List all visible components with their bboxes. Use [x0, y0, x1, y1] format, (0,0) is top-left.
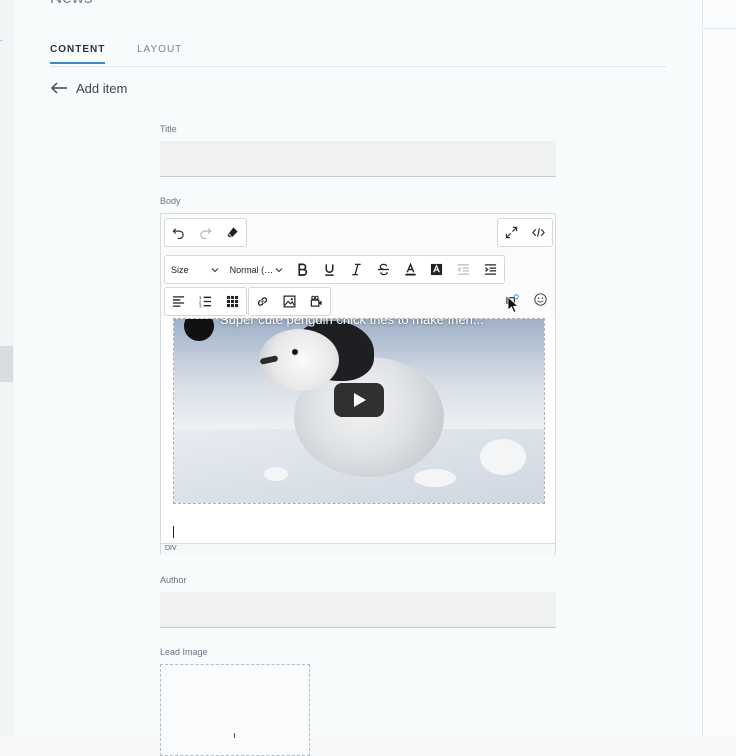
arrow-left-icon	[51, 82, 67, 94]
fullscreen-icon	[505, 226, 518, 239]
redo-icon	[200, 228, 212, 239]
history-group	[164, 218, 247, 247]
insert-group	[248, 287, 331, 316]
rich-text-editor[interactable]: Size Normal (… 1 2 3 Super cute penguin …	[160, 213, 556, 555]
indent-button[interactable]	[477, 256, 504, 283]
link-button[interactable]	[249, 288, 276, 315]
image-button[interactable]	[276, 288, 303, 315]
back-link-label: Add item	[76, 80, 128, 96]
format-group: Size Normal (…	[164, 255, 505, 284]
snowball	[264, 467, 288, 481]
back-link[interactable]: Add item	[50, 78, 127, 98]
snowball	[480, 439, 526, 475]
video-icon	[310, 295, 322, 307]
rail-divider	[0, 40, 3, 41]
paragraph-format-select[interactable]: Normal (…	[225, 256, 290, 283]
undo-icon	[172, 228, 184, 239]
svg-text:3: 3	[199, 304, 202, 308]
underline-button[interactable]	[316, 256, 343, 283]
rail-selection-marker	[0, 346, 13, 382]
video-button[interactable]	[303, 288, 330, 315]
code-icon	[532, 228, 545, 237]
image-icon	[283, 295, 296, 308]
eraser-icon	[227, 227, 238, 238]
strikethrough-icon	[377, 263, 389, 276]
outdent-button[interactable]	[450, 256, 477, 283]
bold-button[interactable]	[289, 256, 316, 283]
paragraph-format-value: Normal (…	[229, 264, 274, 275]
outer-left-rail	[0, 0, 15, 736]
tab-bar: CONTENT LAYOUT	[50, 42, 666, 67]
text-caret	[173, 526, 174, 538]
ordered-list-icon: 123	[199, 295, 212, 308]
editor-toolbar: Size Normal (… 1 2 3	[161, 214, 555, 319]
highlight-button[interactable]	[424, 256, 451, 283]
paragraph-group: 123	[164, 287, 247, 316]
table-icon	[226, 295, 239, 308]
table-button[interactable]	[219, 288, 246, 315]
ordered-list-button[interactable]: 123	[192, 288, 219, 315]
font-size-select[interactable]: Size	[165, 256, 225, 283]
snowball	[414, 469, 456, 487]
body-label: Body	[160, 196, 181, 206]
editor-statusbar: DIV	[161, 543, 555, 555]
chevron-down-icon	[211, 267, 218, 272]
font-color-button[interactable]	[397, 256, 424, 283]
tab-layout[interactable]: LAYOUT	[137, 44, 182, 55]
title-input[interactable]	[160, 141, 556, 177]
video-title[interactable]: Super cute penguin chick tries to make f…	[220, 319, 484, 327]
italic-icon	[352, 263, 361, 276]
emoticon-button[interactable]	[527, 286, 554, 313]
code-view-button[interactable]	[525, 219, 552, 246]
clear-format-button[interactable]	[219, 219, 246, 246]
element-path: DIV	[165, 545, 177, 552]
embedded-video[interactable]: Super cute penguin chick tries to make f…	[173, 318, 545, 504]
play-button[interactable]	[334, 383, 384, 417]
fullscreen-button[interactable]	[498, 219, 525, 246]
undo-button[interactable]	[165, 219, 192, 246]
bold-icon	[298, 263, 308, 276]
font-size-value: Size	[171, 264, 189, 275]
align-left-icon	[172, 296, 185, 307]
align-button[interactable]	[165, 288, 192, 315]
outdent-icon	[457, 264, 470, 275]
author-label: Author	[160, 575, 187, 585]
redo-button[interactable]	[192, 219, 219, 246]
smile-icon	[534, 293, 547, 306]
author-input[interactable]	[160, 592, 556, 628]
content-panel: News CONTENT LAYOUT Add item Title Body	[14, 0, 702, 756]
link-icon	[257, 297, 268, 306]
chevron-down-icon	[275, 267, 283, 272]
lead-image-label: Lead Image	[160, 647, 208, 657]
view-group	[497, 218, 553, 247]
penguin-eye	[292, 349, 298, 355]
underline-icon	[325, 264, 334, 276]
font-color-icon	[405, 263, 416, 276]
italic-button[interactable]	[343, 256, 370, 283]
right-rail	[702, 0, 736, 736]
page-title: News	[50, 0, 93, 8]
strikethrough-button[interactable]	[370, 256, 397, 283]
tab-content[interactable]: CONTENT	[50, 44, 106, 64]
right-rail-divider	[703, 28, 736, 29]
mouse-cursor-icon	[507, 296, 520, 314]
lead-image-dropzone[interactable]	[160, 664, 310, 756]
title-label: Title	[160, 124, 177, 134]
indent-icon	[485, 264, 497, 275]
highlight-icon	[431, 263, 443, 276]
